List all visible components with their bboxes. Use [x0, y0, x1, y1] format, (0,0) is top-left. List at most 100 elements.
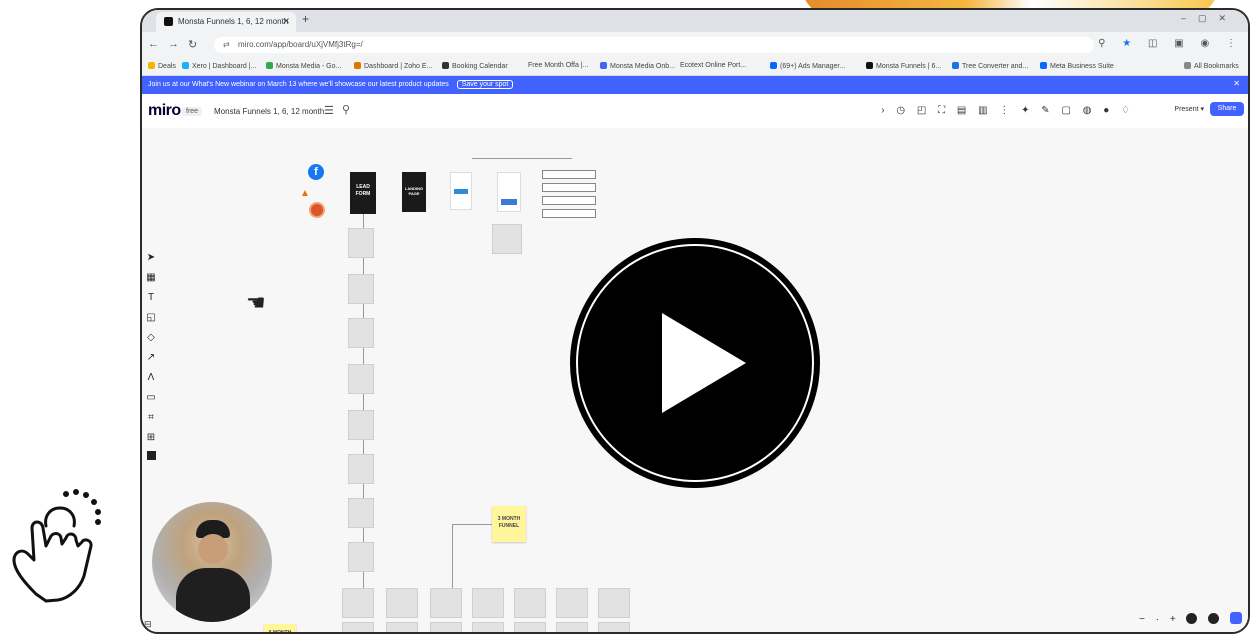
- shapes-icon[interactable]: ◇: [144, 328, 158, 348]
- email-card[interactable]: [598, 588, 630, 618]
- banner-cta-button[interactable]: Save your spot: [456, 80, 514, 89]
- fit-screen-icon[interactable]: [1186, 613, 1198, 624]
- connector-icon[interactable]: ↗: [144, 348, 158, 368]
- email-card[interactable]: [386, 588, 418, 618]
- menu-dots-icon[interactable]: ⋮: [1226, 38, 1236, 49]
- minimap-icon[interactable]: [1230, 612, 1242, 624]
- template-icon[interactable]: ▦: [144, 268, 158, 288]
- bookmark-item[interactable]: Booking Calendar: [442, 62, 508, 70]
- text-icon[interactable]: T: [144, 288, 158, 308]
- bookmark-item[interactable]: Monsta Media Onb...: [600, 62, 675, 70]
- bookmark-star-icon[interactable]: ★: [1122, 38, 1131, 49]
- bookmark-item[interactable]: Monsta Media - Go...: [266, 62, 341, 70]
- avatar[interactable]: ●: [1103, 105, 1109, 116]
- email-card[interactable]: [348, 274, 374, 304]
- fit-icon[interactable]: ⛶: [938, 105, 945, 116]
- flow-box[interactable]: [542, 183, 596, 192]
- comment-icon[interactable]: ◰: [917, 105, 926, 116]
- board-name[interactable]: Monsta Funnels 1, 6, 12 month: [214, 107, 324, 116]
- frame-icon[interactable]: ⌗: [144, 408, 158, 428]
- reaction-icon[interactable]: ✦: [1021, 105, 1029, 116]
- lead-form-card[interactable]: LEAD FORM: [350, 172, 376, 214]
- flow-box[interactable]: [542, 170, 596, 179]
- back-icon[interactable]: ←: [148, 38, 159, 50]
- bookmark-item[interactable]: Free Month Offa |...: [528, 62, 588, 69]
- pen-tool-icon[interactable]: Λ: [144, 368, 158, 388]
- search-icon[interactable]: ⚲: [342, 103, 350, 116]
- landing-page-card[interactable]: LANDING PAGE: [402, 172, 426, 212]
- email-card[interactable]: [348, 364, 374, 394]
- phone-mockup[interactable]: [450, 172, 472, 210]
- bookmark-item[interactable]: Meta Business Suite: [1040, 62, 1114, 70]
- bookmark-item[interactable]: Dashboard | Zoho E...: [354, 62, 432, 70]
- email-card[interactable]: [348, 498, 374, 528]
- email-card[interactable]: [348, 454, 374, 484]
- miro-logo[interactable]: miro: [148, 102, 181, 120]
- new-tab-icon[interactable]: +: [302, 12, 309, 26]
- email-card[interactable]: [430, 588, 462, 618]
- email-card[interactable]: [348, 542, 374, 572]
- expand-icon[interactable]: ›: [881, 105, 884, 116]
- bookmark-item[interactable]: (69+) Ads Manager...: [770, 62, 845, 70]
- phone-mockup[interactable]: [497, 172, 521, 212]
- zoom-out-icon[interactable]: −: [1139, 614, 1145, 625]
- extensions-icon[interactable]: ◫: [1148, 38, 1157, 49]
- select-icon[interactable]: ➤: [144, 248, 158, 268]
- upload-icon[interactable]: ⊞: [144, 428, 158, 448]
- url-input[interactable]: ⇄ miro.com/app/board/uXjVMfj3tRg=/: [214, 37, 1094, 53]
- bookmark-item[interactable]: Ecotext Online Port...: [680, 62, 746, 69]
- email-card[interactable]: [514, 622, 546, 632]
- users-icon[interactable]: ◍: [1083, 105, 1092, 116]
- flow-box[interactable]: [542, 209, 596, 218]
- notes-icon[interactable]: ▤: [957, 105, 966, 116]
- email-card[interactable]: [472, 588, 504, 618]
- reload-icon[interactable]: ↻: [188, 38, 197, 51]
- email-card[interactable]: [492, 224, 522, 254]
- bookmark-item[interactable]: Tree Converter and...: [952, 62, 1028, 70]
- email-card[interactable]: [342, 622, 374, 632]
- email-card[interactable]: [556, 622, 588, 632]
- frames-icon[interactable]: ⊟: [144, 619, 152, 630]
- forward-icon[interactable]: →: [168, 38, 179, 50]
- help-icon[interactable]: [1208, 613, 1220, 624]
- email-card[interactable]: [342, 588, 374, 618]
- email-card[interactable]: [514, 588, 546, 618]
- apps-icon[interactable]: [144, 448, 158, 468]
- play-button[interactable]: [570, 238, 820, 488]
- sticky-note-icon[interactable]: ◱: [144, 308, 158, 328]
- list-icon[interactable]: ▥: [978, 105, 987, 116]
- menu-icon[interactable]: ☰: [324, 104, 334, 117]
- email-card[interactable]: [348, 318, 374, 348]
- sticky-note-3-month[interactable]: 3 MONTH FUNNEL: [492, 506, 526, 542]
- more-icon[interactable]: ⋮: [999, 105, 1009, 116]
- site-info-icon[interactable]: ⇄: [223, 40, 230, 49]
- email-card[interactable]: [472, 622, 504, 632]
- email-card[interactable]: [386, 622, 418, 632]
- comment-tool-icon[interactable]: ▭: [144, 388, 158, 408]
- flow-box[interactable]: [542, 196, 596, 205]
- bookmark-item[interactable]: Deals: [148, 62, 176, 70]
- sticky-note-6-month[interactable]: 6 MONTH: [264, 624, 296, 632]
- banner-close-icon[interactable]: ✕: [1233, 79, 1240, 88]
- timer-icon[interactable]: ◷: [896, 105, 905, 116]
- bookmark-item[interactable]: Monsta Funnels | 6...: [866, 62, 941, 70]
- profile-icon[interactable]: ◉: [1200, 38, 1209, 49]
- window-controls[interactable]: –▢✕: [1181, 13, 1238, 24]
- sidepanel-icon[interactable]: ▣: [1174, 38, 1183, 49]
- email-card[interactable]: [598, 622, 630, 632]
- tab-close-icon[interactable]: ✕: [282, 16, 290, 27]
- email-card[interactable]: [348, 228, 374, 258]
- chat-icon[interactable]: ▢: [1061, 105, 1070, 116]
- bookmark-item[interactable]: Xero | Dashboard |...: [182, 62, 256, 70]
- email-card[interactable]: [556, 588, 588, 618]
- zoom-in-icon[interactable]: +: [1170, 614, 1176, 625]
- present-button[interactable]: Present ▾: [1174, 105, 1204, 113]
- browser-tab[interactable]: Monsta Funnels 1, 6, 12 month ✕: [156, 12, 296, 32]
- all-bookmarks[interactable]: All Bookmarks: [1184, 62, 1239, 70]
- zoom-icon[interactable]: ⚲: [1098, 38, 1105, 49]
- pen-icon[interactable]: ✎: [1041, 105, 1049, 116]
- email-card[interactable]: [348, 410, 374, 440]
- email-card[interactable]: [430, 622, 462, 632]
- bell-icon[interactable]: ♢: [1121, 105, 1130, 116]
- share-button[interactable]: Share: [1210, 102, 1244, 116]
